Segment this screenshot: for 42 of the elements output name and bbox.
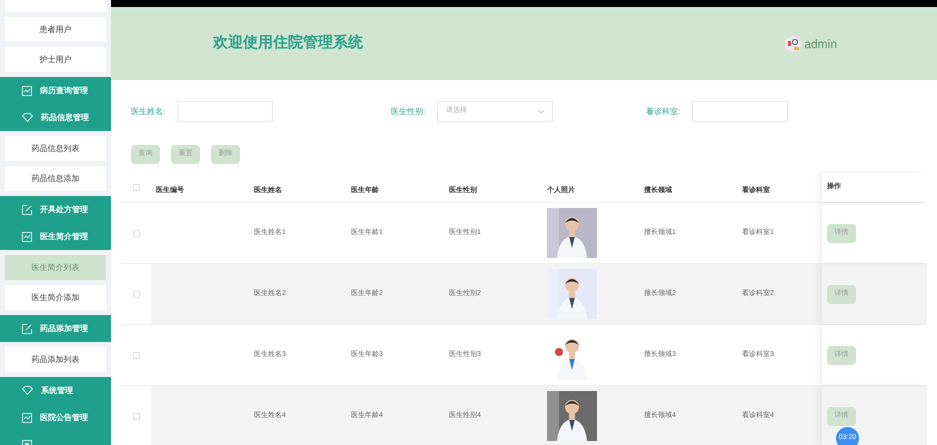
chevron-down-icon [538,110,544,114]
filter-label: 医生性别: [391,106,426,118]
menu-group-label: 药品添加管理 [40,322,88,334]
menu-group[interactable]: 药品信息管理 [0,104,111,131]
menu-group[interactable]: 病历查询管理 [0,77,111,104]
menu-group-label: 系统管理 [41,384,73,396]
menu-group-label: 药品信息管理 [41,112,89,124]
text-field[interactable] [177,101,273,122]
text-field[interactable] [692,101,788,122]
username: admin [804,36,837,52]
checkbox[interactable] [132,352,140,358]
edit-icon [22,204,32,214]
avatar-icon [785,36,802,52]
menu-group-label: 医院公告管理 [40,412,88,424]
menu-group[interactable]: 开具处方管理 [0,196,111,223]
menu-group[interactable]: 药品添加管理 [0,315,111,342]
chart-icon [22,86,32,96]
checkbox[interactable] [132,230,140,236]
menu-group[interactable]: 医生简介管理 [0,223,111,250]
checkbox[interactable] [132,412,140,420]
menu-item[interactable]: 护士用户 [5,47,106,72]
menu-group-label: 病历查询管理 [40,84,88,96]
chart-icon [22,232,32,242]
menu-item[interactable]: 患者用户 [5,17,106,42]
menu-item[interactable]: 药品信息添加 [5,166,106,191]
menu-group-label: 医生简介管理 [40,230,88,242]
menu-group[interactable]: 系统管理 [0,377,111,404]
menu-item[interactable]: 药品信息列表 [5,136,106,161]
menu-group[interactable]: 医院公告管理 [0,404,111,431]
checkbox[interactable] [132,290,140,298]
menu-group-label: 开具处方管理 [40,204,88,216]
edit-icon [22,324,32,334]
filter-label: 看诊科室: [646,106,682,118]
menu-item[interactable]: 医生简介列表 [5,255,106,280]
menu-item[interactable]: 药品添加列表 [5,347,106,372]
diamond-icon [22,386,33,395]
checkbox[interactable] [132,184,140,191]
diamond-icon [22,113,33,122]
header-title: 欢迎使用住院管理系统 [213,33,363,54]
menu-item[interactable]: 医生简介添加 [5,285,106,310]
chart-icon [22,412,32,422]
filter-label: 医生姓名: [131,106,166,118]
